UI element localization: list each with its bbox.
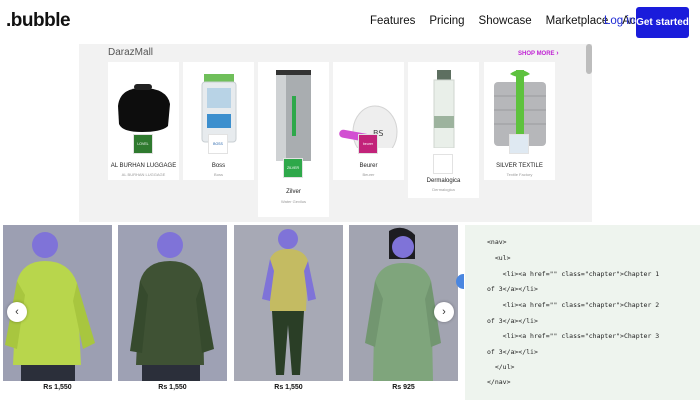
brand-badge: BOSS: [208, 134, 228, 154]
mall-card[interactable]: SILVER TEXTILE Textile Factory: [484, 62, 555, 180]
nav-link-features[interactable]: Features: [370, 15, 415, 27]
brand-badge: beurer: [358, 134, 378, 154]
mall-card[interactable]: BS beurer Beurer Beurer: [333, 62, 404, 180]
mall-card[interactable]: Dermalogica Dermalogica: [408, 62, 479, 198]
code-line: of 3</a></li>: [487, 285, 538, 293]
card-name: SILVER TEXTILE: [496, 163, 543, 169]
card-name: Zilver: [286, 189, 301, 195]
get-started-button[interactable]: Get started: [636, 7, 689, 38]
chevron-right-icon: ›: [556, 50, 559, 57]
code-snippet-panel: <nav> <ul> <li><a href="" class="chapter…: [465, 225, 700, 400]
model-shirt-image: [234, 225, 343, 381]
product-price: Rs 925: [392, 384, 415, 391]
chevron-right-icon: ›: [442, 306, 446, 318]
bubble-logo[interactable]: .bubble: [6, 10, 71, 32]
card-name: Boss: [211, 163, 226, 169]
mall-title: DarazMall: [108, 47, 154, 58]
mall-card[interactable]: BOSS Boss Boss: [183, 62, 254, 180]
nav-link-marketplace[interactable]: Marketplace: [546, 15, 609, 27]
brand-badge: ZILVER: [283, 158, 303, 178]
nav-link-showcase[interactable]: Showcase: [479, 15, 532, 27]
login-link[interactable]: Log in: [604, 15, 635, 27]
brand-badge: LOVEL: [133, 134, 153, 154]
water-dispenser-image: [262, 66, 325, 166]
dermalogica-bottle-image: [412, 66, 475, 148]
mall-scrollbar[interactable]: [586, 44, 592, 74]
product-card[interactable]: [234, 225, 343, 381]
mall-card[interactable]: ZILVER Zilver Water Gevilus: [258, 62, 329, 217]
product-price: Rs 1,550: [158, 384, 187, 391]
card-sub: Dermalogica: [432, 187, 455, 192]
card-sub: Boss: [214, 172, 223, 177]
card-name: Dermalogica: [426, 178, 461, 184]
carousel-prev-button[interactable]: ‹: [7, 302, 27, 322]
code-line: <nav>: [487, 238, 507, 246]
code-line: <li><a href="" class="chapter">Chapter 3: [487, 332, 660, 340]
mall-card[interactable]: LOVEL AL BURHAN LUGGAGE AL BURHAN LUGGAG…: [108, 62, 179, 180]
chevron-left-icon: ‹: [15, 306, 19, 318]
code-line: </nav>: [487, 378, 511, 386]
nav-link-pricing[interactable]: Pricing: [429, 15, 464, 27]
shop-more-label: SHOP MORE: [518, 51, 555, 57]
card-name: Beurer: [359, 163, 378, 169]
code-line: of 3</a></li>: [487, 317, 538, 325]
code-line: </ul>: [487, 363, 515, 371]
code-line: <li><a href="" class="chapter">Chapter 2: [487, 301, 660, 309]
code-line: <li><a href="" class="chapter">Chapter 1: [487, 270, 660, 278]
carousel-next-button[interactable]: ›: [434, 302, 454, 322]
brand-badge: [433, 154, 453, 174]
product-price: Rs 1,550: [43, 384, 72, 391]
model-shirt-image: [118, 225, 227, 381]
product-card[interactable]: [118, 225, 227, 381]
code-line: <ul>: [487, 254, 511, 262]
code-line: of 3</a></li>: [487, 348, 538, 356]
side-tab[interactable]: [456, 274, 464, 289]
card-name: AL BURHAN LUGGAGE: [110, 163, 177, 169]
product-price: Rs 1,550: [274, 384, 303, 391]
card-sub: Beurer: [362, 172, 375, 177]
card-sub: Textile Factory: [506, 172, 533, 177]
shop-more-link[interactable]: SHOP MORE ›: [518, 50, 559, 57]
card-sub: AL BURHAN LUGGAGE: [121, 172, 166, 177]
top-nav: .bubble Features Pricing Showcase Market…: [0, 0, 700, 44]
brand-badge: [509, 134, 529, 154]
daraz-mall-section: DarazMall SHOP MORE › LOVEL AL BURHAN LU…: [79, 44, 592, 222]
card-sub: Water Gevilus: [281, 199, 306, 204]
